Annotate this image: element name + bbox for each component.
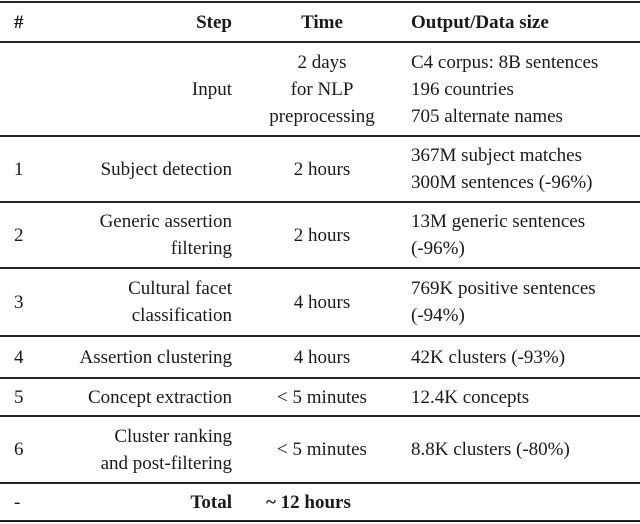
row-output-line: 13M generic sentences <box>411 211 586 232</box>
row-time-line: < 5 minutes <box>277 439 367 460</box>
table-row: - Total ~ 12 hours <box>0 483 640 521</box>
row-time: < 5 minutes <box>250 416 394 483</box>
row-step: Input <box>40 43 232 136</box>
row-step-line: Subject detection <box>100 158 232 180</box>
row-step: Assertion clustering <box>40 336 232 378</box>
table-row: 3 Cultural facet classification 4 hours 769K… <box>0 268 640 336</box>
row-output: 8.8K clusters (-80%) <box>411 416 640 483</box>
row-step-line: filtering <box>170 238 232 259</box>
row-time-line: 2 hours <box>293 224 351 246</box>
row-time: 2 days for NLP preprocessing <box>250 43 394 136</box>
row-output-line: 196 countries <box>411 79 514 100</box>
row-step-line: and post-filtering <box>100 452 232 474</box>
table-row: 5 Concept extraction < 5 minutes 12.4K conc… <box>0 378 640 416</box>
row-output: C4 corpus: 8B sentences 196 countries 705 … <box>411 43 640 136</box>
row-output-line: 300M sentences (-96%) <box>411 172 593 193</box>
row-time-line: preprocessing <box>269 106 375 127</box>
row-output-line: 705 alternate names <box>411 106 563 127</box>
row-time: 4 hours <box>250 336 394 378</box>
row-step: Cultural facet classification <box>40 268 232 336</box>
row-step: Subject detection <box>40 136 232 202</box>
row-time-line: < 5 minutes <box>277 386 367 408</box>
row-output: 769K positive sentences (-94%) <box>411 268 640 336</box>
row-output-line: 12.4K concepts <box>411 386 530 408</box>
row-time: < 5 minutes <box>250 378 394 416</box>
row-step-line: Concept extraction <box>87 386 232 408</box>
row-step-line: Assertion clustering <box>79 346 232 368</box>
row-output-line: 367M subject matches <box>411 145 582 166</box>
row-step-line: Cultural facet <box>128 278 232 299</box>
row-output-line: 8.8K clusters (-80%) <box>411 439 570 460</box>
row-time: 2 hours <box>250 202 394 268</box>
row-time-line: 4 hours <box>293 291 351 313</box>
row-time: 4 hours <box>250 268 394 336</box>
row-output-line: 769K positive sentences <box>411 278 596 299</box>
row-output: 367M subject matches 300M sentences (-96%… <box>411 136 640 202</box>
row-step: Concept extraction <box>40 378 232 416</box>
row-output-line: 42K clusters (-93%) <box>411 346 566 368</box>
row-time-line: 2 hours <box>293 158 351 180</box>
table-row: 1 Subject detection 2 hours 367M subject ma… <box>0 136 640 202</box>
header-step: Step <box>196 12 232 33</box>
row-time-line: for NLP <box>290 79 354 100</box>
header-row: # Step Time Output/Data size <box>0 3 640 42</box>
header-time: Time <box>301 12 343 33</box>
table-row: 4 Assertion clustering 4 hours 42K clusters… <box>0 336 640 378</box>
row-step-line: classification <box>131 305 232 326</box>
row-step-line: Cluster ranking <box>114 425 232 447</box>
row-time-line: ~ 12 hours <box>266 491 351 513</box>
row-step: Cluster ranking and post-filtering <box>40 416 232 483</box>
row-output: 12.4K concepts <box>411 378 640 416</box>
table-row: Input 2 days for NLP preprocessing C4 corpus… <box>0 43 640 136</box>
row-output-line: C4 corpus: 8B sentences <box>411 52 599 73</box>
row-step-line: Generic assertion <box>99 211 232 232</box>
row-output-line: (-94%) <box>411 305 465 326</box>
row-output-line: (-96%) <box>411 238 465 259</box>
row-output: 13M generic sentences (-96%) <box>411 202 640 268</box>
row-time: 2 hours <box>250 136 394 202</box>
row-step-line: Total <box>190 491 232 513</box>
row-step: Generic assertion filtering <box>40 202 232 268</box>
row-step: Total <box>40 483 232 521</box>
header-output: Output/Data size <box>411 12 549 33</box>
row-output <box>411 483 640 521</box>
bottom-rule <box>0 520 640 522</box>
row-time-line: 4 hours <box>293 346 351 368</box>
row-time: ~ 12 hours <box>266 483 410 521</box>
row-step-line: Input <box>191 79 232 100</box>
row-output: 42K clusters (-93%) <box>411 336 640 378</box>
table-row: 2 Generic assertion filtering 2 hours 13M ge… <box>0 202 640 268</box>
row-time-line: 2 days <box>297 52 347 73</box>
table-row: 6 Cluster ranking and post-filtering < 5 mi… <box>0 416 640 483</box>
